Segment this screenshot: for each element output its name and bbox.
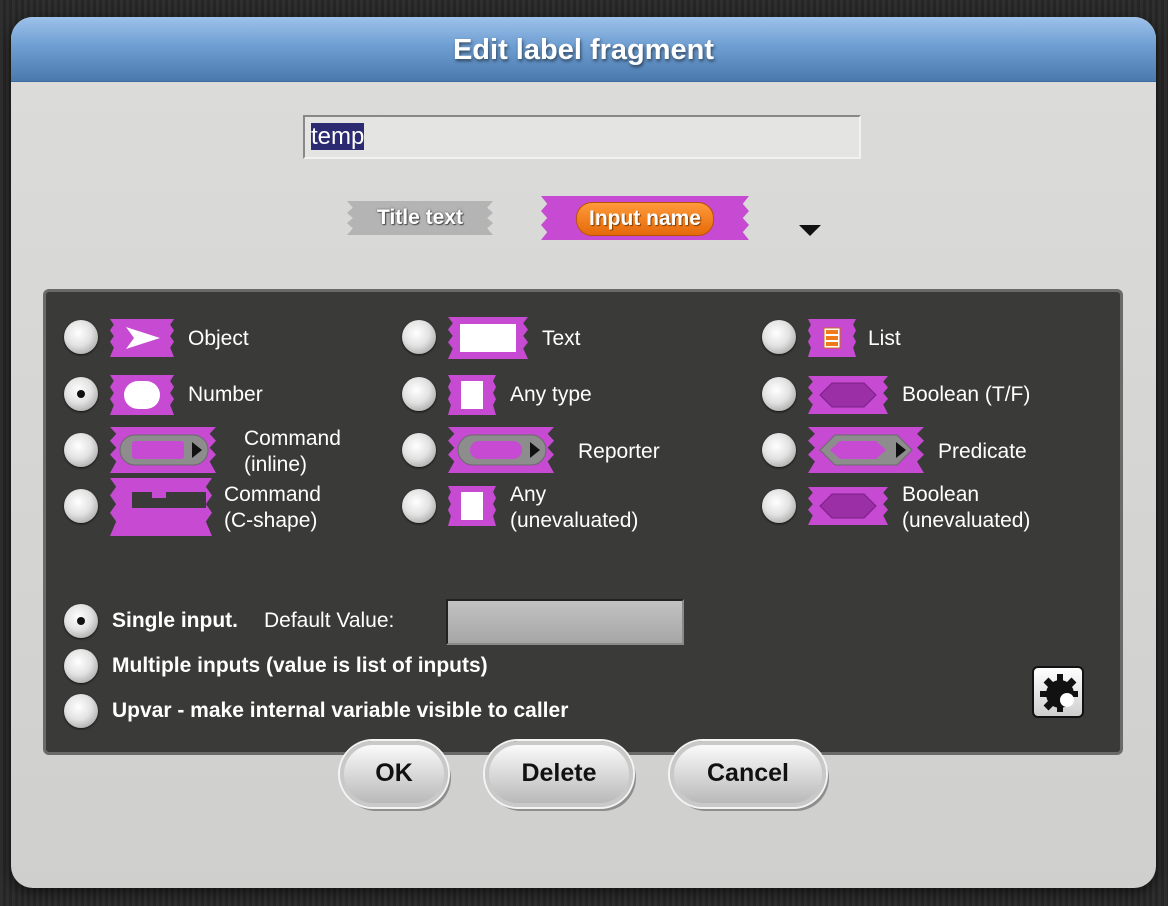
- radio-text[interactable]: [402, 320, 436, 354]
- radio-command-inline[interactable]: [64, 433, 98, 467]
- type-label-reporter: Reporter: [578, 440, 660, 463]
- upvar-label: Upvar - make internal variable visible t…: [112, 699, 569, 722]
- type-label-command-c-shape: Command (C-shape): [224, 483, 321, 532]
- reporter-slot-icon: [448, 427, 554, 473]
- type-label-object: Object: [188, 327, 249, 350]
- edit-label-fragment-dialog: Edit label fragment temp Title text Inpu…: [11, 17, 1156, 888]
- type-label-boolean: Boolean (T/F): [902, 383, 1031, 406]
- selected-text: temp: [311, 123, 365, 150]
- type-label-command-inline: Command (inline): [244, 427, 341, 476]
- command-inline-slot-icon: [110, 427, 216, 473]
- type-label-list: List: [868, 327, 901, 350]
- hexagon-unevaluated-icon: [819, 493, 877, 519]
- any-unevaluated-slot-icon: [448, 486, 496, 526]
- ok-button[interactable]: OK: [340, 741, 448, 807]
- type-label-boolean-unevaluated: Boolean (unevaluated): [902, 483, 1031, 532]
- ring-reporter-icon: [457, 434, 547, 466]
- title-text-option[interactable]: Title text: [347, 201, 493, 235]
- number-field-icon: [124, 381, 160, 409]
- any-field-icon: [461, 381, 483, 409]
- list-icon: [823, 327, 841, 349]
- radio-boolean[interactable]: [762, 377, 796, 411]
- number-slot-icon: [110, 375, 174, 415]
- settings-button[interactable]: [1032, 666, 1084, 718]
- radio-selected-dot: [77, 390, 85, 398]
- delete-button[interactable]: Delete: [485, 741, 633, 807]
- gear-icon: [1040, 674, 1078, 712]
- radio-object[interactable]: [64, 320, 98, 354]
- hexagon-icon: [819, 382, 877, 408]
- object-slot-icon: [110, 319, 174, 357]
- text-slot-icon: [448, 317, 528, 359]
- radio-single-input[interactable]: [64, 604, 98, 638]
- boolean-slot-icon: [808, 376, 888, 414]
- radio-upvar[interactable]: [64, 694, 98, 728]
- type-label-number: Number: [188, 383, 263, 406]
- default-value-label: Default Value:: [264, 609, 395, 632]
- cancel-button[interactable]: Cancel: [670, 741, 826, 807]
- radio-list[interactable]: [762, 320, 796, 354]
- radio-number[interactable]: [64, 377, 98, 411]
- radio-reporter[interactable]: [402, 433, 436, 467]
- radio-command-c-shape[interactable]: [64, 489, 98, 523]
- multiple-inputs-label: Multiple inputs (value is list of inputs…: [112, 654, 488, 677]
- input-name-label: Input name: [575, 202, 714, 236]
- text-field-icon: [460, 324, 516, 352]
- input-type-panel: Object Text List Number Any type Boolean…: [43, 289, 1123, 755]
- radio-multiple-inputs[interactable]: [64, 649, 98, 683]
- single-input-label: Single input.: [112, 609, 238, 632]
- predicate-slot-icon: [808, 427, 924, 473]
- type-label-any-type: Any type: [510, 383, 592, 406]
- type-label-predicate: Predicate: [938, 440, 1027, 463]
- type-label-text: Text: [542, 327, 581, 350]
- ring-predicate-icon: [819, 434, 913, 466]
- fragment-name-input[interactable]: temp: [303, 115, 861, 159]
- radio-selected-dot: [77, 617, 85, 625]
- dialog-title: Edit label fragment: [11, 17, 1156, 82]
- radio-any-unevaluated[interactable]: [402, 489, 436, 523]
- list-slot-icon: [808, 319, 856, 357]
- input-name-option[interactable]: Input name: [541, 196, 749, 240]
- radio-predicate[interactable]: [762, 433, 796, 467]
- type-label-any-unevaluated: Any (unevaluated): [510, 483, 639, 532]
- dropdown-arrow-icon[interactable]: [799, 225, 821, 236]
- boolean-unevaluated-slot-icon: [808, 487, 888, 525]
- c-shape-icon: [132, 492, 206, 508]
- command-c-shape-slot-icon: [110, 478, 212, 536]
- any-unevaluated-field-icon: [461, 492, 483, 520]
- ring-command-icon: [119, 434, 209, 466]
- radio-boolean-unevaluated[interactable]: [762, 489, 796, 523]
- arrow-icon: [126, 327, 160, 349]
- radio-any-type[interactable]: [402, 377, 436, 411]
- any-type-slot-icon: [448, 375, 496, 415]
- default-value-input[interactable]: [446, 599, 684, 645]
